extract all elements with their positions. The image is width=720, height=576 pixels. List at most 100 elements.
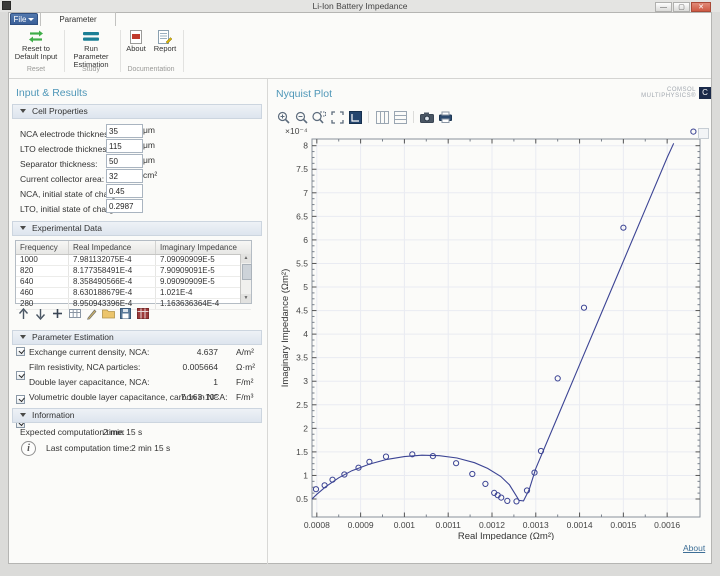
checkbox-double-layer[interactable] bbox=[16, 395, 25, 404]
copy-table-icon[interactable] bbox=[136, 307, 149, 320]
svg-text:2.5: 2.5 bbox=[296, 400, 308, 410]
checkbox-exchange-current[interactable] bbox=[16, 347, 25, 356]
table-row[interactable]: 640 8.358490566E-4 9.09090909E-5 bbox=[16, 277, 251, 288]
param-label: Film resistivity, NCA particles: bbox=[29, 361, 140, 373]
minimize-button[interactable]: — bbox=[655, 2, 672, 12]
report-icon bbox=[151, 28, 179, 45]
plot-scroll-button[interactable] bbox=[698, 128, 709, 139]
close-button[interactable]: ✕ bbox=[691, 2, 711, 12]
experimental-data-table[interactable]: Frequency Real Impedance Imaginary Imped… bbox=[15, 240, 252, 304]
column-header-frequency[interactable]: Frequency bbox=[16, 241, 69, 254]
param-unit: A/m² bbox=[236, 346, 254, 358]
nyquist-chart[interactable]: 0.00080.00090.0010.00110.00120.00130.001… bbox=[280, 126, 704, 540]
left-panel-title: Input & Results bbox=[16, 87, 87, 99]
scrollbar-thumb[interactable] bbox=[242, 264, 252, 280]
file-menu-button[interactable]: File bbox=[10, 13, 38, 25]
section-label: Parameter Estimation bbox=[32, 332, 114, 342]
save-file-icon[interactable] bbox=[119, 307, 132, 320]
param-value: 7.163·10⁵ bbox=[174, 391, 218, 403]
plot-title: Nyquist Plot bbox=[276, 88, 332, 100]
y-grid-icon[interactable] bbox=[393, 110, 407, 124]
svg-text:1: 1 bbox=[303, 470, 308, 480]
svg-text:0.0012: 0.0012 bbox=[479, 520, 505, 530]
svg-text:4: 4 bbox=[303, 329, 308, 339]
add-row-icon[interactable] bbox=[51, 307, 64, 320]
field-label: NCA electrode thickness: bbox=[20, 129, 115, 139]
svg-text:0.0008: 0.0008 bbox=[304, 520, 330, 530]
snapshot-camera-icon[interactable] bbox=[420, 110, 434, 124]
svg-text:×10⁻⁴: ×10⁻⁴ bbox=[285, 126, 308, 136]
comsol-logo-icon: C bbox=[699, 87, 711, 99]
checkbox-film-resistivity[interactable] bbox=[16, 371, 25, 380]
clear-table-icon[interactable] bbox=[68, 307, 81, 320]
x-grid-icon[interactable] bbox=[375, 110, 389, 124]
collector-area-input[interactable] bbox=[106, 169, 143, 183]
panel-divider bbox=[267, 79, 268, 564]
table-scrollbar[interactable]: ▲ ▼ bbox=[240, 254, 251, 303]
section-label: Cell Properties bbox=[32, 106, 88, 116]
zoom-in-icon[interactable] bbox=[276, 110, 290, 124]
move-up-icon[interactable] bbox=[17, 307, 30, 320]
reset-to-default-button[interactable]: Reset to Default Input bbox=[14, 28, 58, 61]
run-parameter-estimation-button[interactable]: Run Parameter Estimation bbox=[66, 28, 116, 69]
table-toolbar bbox=[17, 307, 149, 320]
expected-time-value: 2 min 15 s bbox=[103, 427, 142, 437]
svg-text:Imaginary Impedance (Ωm²): Imaginary Impedance (Ωm²) bbox=[280, 269, 291, 388]
svg-text:6.5: 6.5 bbox=[296, 211, 308, 221]
scroll-up-icon[interactable]: ▲ bbox=[241, 254, 251, 263]
section-label: Information bbox=[32, 410, 75, 420]
about-link[interactable]: About bbox=[683, 543, 705, 553]
lto-soc-input[interactable] bbox=[106, 199, 143, 213]
section-experimental-data[interactable]: Experimental Data bbox=[12, 221, 262, 236]
section-cell-properties[interactable]: Cell Properties bbox=[12, 104, 262, 119]
comsol-brand: COMSOL MULTIPHYSICS® bbox=[640, 87, 696, 99]
svg-text:7.5: 7.5 bbox=[296, 164, 308, 174]
cell: 8.177358491E-4 bbox=[69, 266, 156, 276]
zoom-out-icon[interactable] bbox=[294, 110, 308, 124]
column-header-imaginary[interactable]: Imaginary Impedance bbox=[156, 241, 241, 254]
separator-thickness-input[interactable] bbox=[106, 154, 143, 168]
svg-text:8: 8 bbox=[303, 141, 308, 151]
report-button[interactable]: Report bbox=[151, 28, 179, 53]
load-file-icon[interactable] bbox=[102, 307, 115, 320]
svg-text:2: 2 bbox=[303, 423, 308, 433]
print-icon[interactable] bbox=[438, 110, 452, 124]
maximize-button[interactable]: ▢ bbox=[673, 2, 690, 12]
scroll-down-icon[interactable]: ▼ bbox=[241, 294, 251, 303]
nca-thickness-input[interactable] bbox=[106, 124, 143, 138]
move-down-icon[interactable] bbox=[34, 307, 47, 320]
table-row[interactable]: 460 8.630188679E-4 1.021E-4 bbox=[16, 288, 251, 299]
cell: 1.163636364E-4 bbox=[156, 299, 241, 309]
group-caption-documentation: Documentation bbox=[121, 66, 181, 73]
lto-thickness-input[interactable] bbox=[106, 139, 143, 153]
field-label: Current collector area: bbox=[20, 174, 104, 184]
svg-text:5: 5 bbox=[303, 282, 308, 292]
minimize-icon: — bbox=[660, 4, 667, 11]
edit-icon[interactable] bbox=[85, 307, 98, 320]
svg-text:7: 7 bbox=[303, 188, 308, 198]
axis-limits-icon[interactable] bbox=[348, 110, 362, 124]
zoom-extents-icon[interactable] bbox=[330, 110, 344, 124]
tab-parameter-estimation[interactable]: Parameter Estimation bbox=[40, 12, 116, 26]
zoom-box-icon[interactable] bbox=[312, 110, 326, 124]
table-row[interactable]: 820 8.177358491E-4 7.90909091E-5 bbox=[16, 266, 251, 277]
param-label: Double layer capacitance, NCA: bbox=[29, 376, 149, 388]
toolbar-separator bbox=[413, 111, 414, 123]
close-icon: ✕ bbox=[698, 4, 704, 11]
svg-text:5.5: 5.5 bbox=[296, 258, 308, 268]
param-unit: F/m² bbox=[236, 376, 253, 388]
table-row[interactable]: 1000 7.981132075E-4 7.09090909E-5 bbox=[16, 255, 251, 266]
maximize-icon: ▢ bbox=[678, 4, 685, 11]
svg-text:0.0015: 0.0015 bbox=[610, 520, 636, 530]
reset-icon bbox=[14, 28, 58, 45]
svg-text:0.0011: 0.0011 bbox=[436, 520, 462, 530]
section-information[interactable]: Information bbox=[12, 408, 262, 423]
toolbar-separator bbox=[368, 111, 369, 123]
table-header-row: Frequency Real Impedance Imaginary Imped… bbox=[16, 241, 251, 255]
about-button[interactable]: About bbox=[123, 28, 149, 53]
svg-text:0.5: 0.5 bbox=[296, 494, 308, 504]
param-unit: Ω·m² bbox=[236, 361, 255, 373]
section-parameter-estimation[interactable]: Parameter Estimation bbox=[12, 330, 262, 345]
nca-soc-input[interactable] bbox=[106, 184, 143, 198]
column-header-real[interactable]: Real Impedance bbox=[69, 241, 156, 254]
